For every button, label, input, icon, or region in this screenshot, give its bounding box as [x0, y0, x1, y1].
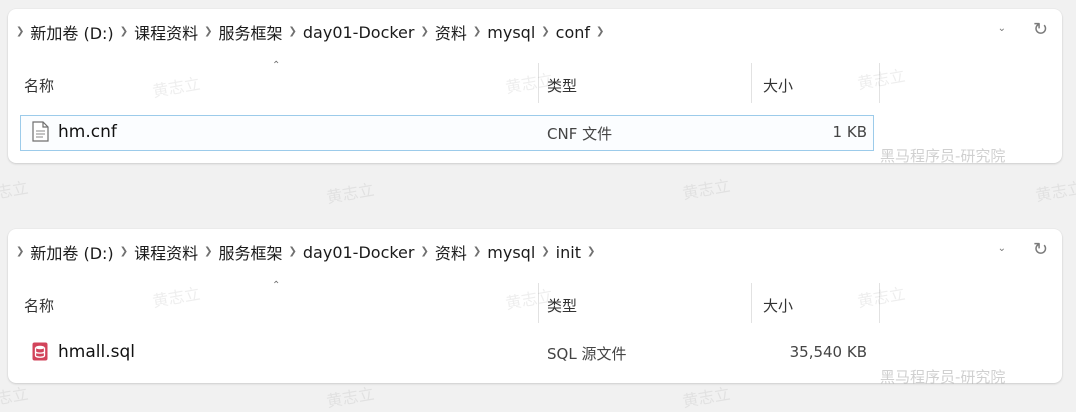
watermark-text: 黄志立 [680, 175, 732, 204]
breadcrumb-drive[interactable]: 新加卷 (D:) [29, 20, 114, 44]
breadcrumb: ❯ 新加卷 (D:) ❯ 课程资料 ❯ 服务框架 ❯ day01-Docker … [11, 20, 609, 44]
column-header: 名称 ⌃ 类型 大小 [8, 278, 1062, 323]
watermark-text: 黄志立 [1033, 177, 1076, 206]
breadcrumb-day01[interactable]: day01-Docker [302, 23, 416, 42]
watermark-text: 黄志立 [324, 383, 376, 412]
file-size: 35,540 KB [789, 343, 867, 361]
chevron-right-icon[interactable]: ❯ [289, 26, 297, 37]
chevron-right-icon[interactable]: ❯ [473, 26, 481, 37]
chevron-right-icon[interactable]: ❯ [120, 246, 128, 257]
breadcrumb-course[interactable]: 课程资料 [133, 240, 199, 264]
chevron-right-icon[interactable]: ❯ [204, 26, 212, 37]
address-bar[interactable]: ❯ 新加卷 (D:) ❯ 课程资料 ❯ 服务框架 ❯ day01-Docker … [8, 229, 1062, 273]
refresh-icon[interactable]: ↻ [1033, 239, 1048, 260]
chevron-right-icon[interactable]: ❯ [541, 246, 549, 257]
explorer-window-init: ❯ 新加卷 (D:) ❯ 课程资料 ❯ 服务框架 ❯ day01-Docker … [8, 229, 1062, 383]
breadcrumb-materials[interactable]: 资料 [434, 20, 468, 44]
text-file-icon [31, 121, 49, 146]
address-bar[interactable]: ❯ 新加卷 (D:) ❯ 课程资料 ❯ 服务框架 ❯ day01-Docker … [8, 9, 1062, 53]
column-name[interactable]: 名称 [24, 295, 54, 316]
chevron-right-icon[interactable]: ❯ [420, 246, 428, 257]
breadcrumb-drive[interactable]: 新加卷 (D:) [29, 240, 114, 264]
column-size[interactable]: 大小 [763, 295, 793, 316]
breadcrumb-materials[interactable]: 资料 [434, 240, 468, 264]
chevron-right-icon[interactable]: ❯ [120, 26, 128, 37]
chevron-down-icon[interactable]: ⌄ [998, 243, 1006, 254]
column-divider[interactable] [751, 283, 752, 323]
explorer-window-conf: ❯ 新加卷 (D:) ❯ 课程资料 ❯ 服务框架 ❯ day01-Docker … [8, 9, 1062, 163]
chevron-right-icon[interactable]: ❯ [204, 246, 212, 257]
file-size: 1 KB [832, 123, 867, 141]
column-divider[interactable] [538, 63, 539, 103]
breadcrumb-init[interactable]: init [555, 243, 582, 262]
column-name[interactable]: 名称 [24, 75, 54, 96]
sql-file-icon [31, 341, 49, 366]
breadcrumb-day01[interactable]: day01-Docker [302, 243, 416, 262]
chevron-right-icon[interactable]: ❯ [473, 246, 481, 257]
column-type[interactable]: 类型 [547, 295, 577, 316]
chevron-right-icon[interactable]: ❯ [420, 26, 428, 37]
column-divider[interactable] [879, 63, 880, 103]
watermark-text: 黄志立 [0, 177, 30, 206]
column-divider[interactable] [751, 63, 752, 103]
chevron-right-icon[interactable]: ❯ [16, 246, 24, 257]
file-row[interactable]: hm.cnf CNF 文件 1 KB [20, 115, 874, 151]
file-row[interactable]: hmall.sql SQL 源文件 35,540 KB [20, 335, 874, 371]
column-header: 名称 ⌃ 类型 大小 [8, 58, 1062, 103]
breadcrumb-framework[interactable]: 服务框架 [217, 240, 283, 264]
breadcrumb-course[interactable]: 课程资料 [133, 20, 199, 44]
breadcrumb: ❯ 新加卷 (D:) ❯ 课程资料 ❯ 服务框架 ❯ day01-Docker … [11, 240, 600, 264]
sort-up-icon: ⌃ [272, 60, 281, 71]
column-divider[interactable] [538, 283, 539, 323]
file-type: SQL 源文件 [547, 345, 627, 363]
sort-up-icon: ⌃ [272, 280, 281, 291]
file-name: hmall.sql [58, 342, 135, 362]
chevron-right-icon[interactable]: ❯ [16, 26, 24, 37]
refresh-icon[interactable]: ↻ [1033, 19, 1048, 40]
chevron-right-icon[interactable]: ❯ [587, 246, 595, 257]
breadcrumb-mysql[interactable]: mysql [486, 243, 536, 262]
breadcrumb-framework[interactable]: 服务框架 [217, 20, 283, 44]
file-name: hm.cnf [58, 122, 117, 142]
breadcrumb-conf[interactable]: conf [555, 23, 591, 42]
column-divider[interactable] [879, 283, 880, 323]
watermark-text: 黄志立 [0, 383, 30, 412]
breadcrumb-mysql[interactable]: mysql [486, 23, 536, 42]
watermark-text: 黄志立 [324, 179, 376, 208]
chevron-right-icon[interactable]: ❯ [289, 246, 297, 257]
column-size[interactable]: 大小 [763, 75, 793, 96]
column-type[interactable]: 类型 [547, 75, 577, 96]
chevron-down-icon[interactable]: ⌄ [998, 23, 1006, 34]
chevron-right-icon[interactable]: ❯ [596, 26, 604, 37]
file-type: CNF 文件 [547, 125, 613, 143]
chevron-right-icon[interactable]: ❯ [541, 26, 549, 37]
watermark-text: 黄志立 [680, 383, 732, 412]
